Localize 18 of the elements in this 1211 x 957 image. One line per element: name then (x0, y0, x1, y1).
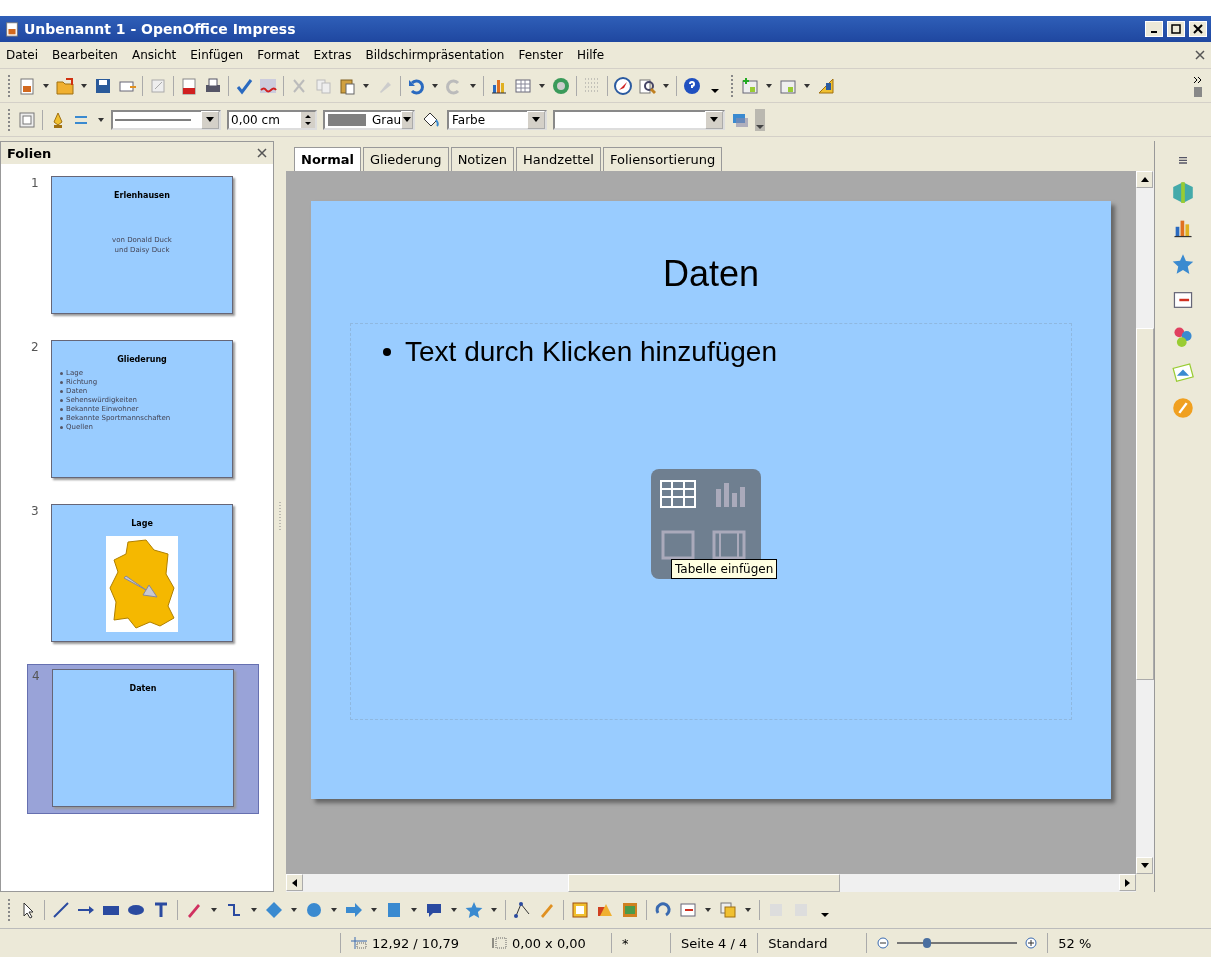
slide-thumbnail-title: Lage (131, 519, 153, 528)
window-title: Unbenannt 1 - OpenOffice Impress (24, 21, 297, 37)
slide-number: 4 (32, 669, 41, 685)
zoom-percent: 52 % (1058, 935, 1092, 951)
cursor-position: 12,92 / 10,79 (372, 935, 460, 951)
layout-name: Standard (768, 935, 828, 951)
tooltip: Tabelle einfügen (671, 559, 778, 579)
object-size: 0,00 x 0,00 (512, 935, 586, 951)
slide-thumbnail-title: Erlenhausen (114, 191, 170, 200)
slide-thumbnail-title: Gliederung (117, 355, 167, 364)
slide-thumbnail-title: Daten (129, 684, 157, 693)
slide-number: 3 (31, 504, 40, 520)
slide-number: 1 (31, 176, 40, 192)
modified-indicator: * (622, 935, 629, 951)
slide-number: 2 (31, 340, 40, 356)
page-indicator: Seite 4 / 4 (681, 935, 748, 951)
placeholder-text: Text durch Klicken hinzufügen (405, 336, 777, 368)
panel-title: Folien (7, 145, 53, 161)
